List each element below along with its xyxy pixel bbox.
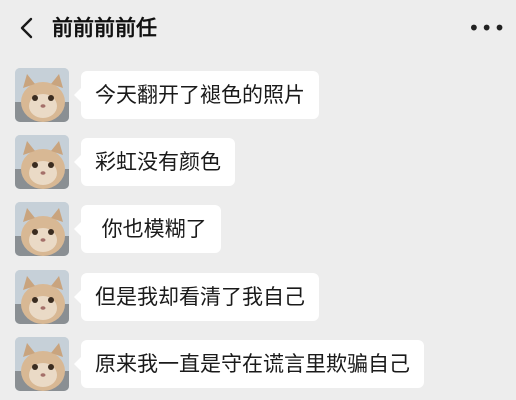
- message-bubble[interactable]: 但是我却看清了我自己: [74, 273, 319, 321]
- avatar[interactable]: [15, 135, 69, 189]
- back-button[interactable]: [16, 16, 38, 40]
- message-row: 你也模糊了: [0, 202, 516, 258]
- avatar[interactable]: [15, 68, 69, 122]
- avatar[interactable]: [15, 202, 69, 256]
- more-button[interactable]: •••: [468, 16, 505, 40]
- message-row: 今天翻开了褪色的照片: [0, 68, 516, 124]
- chat-screen: 前前前前任 ••• 今天翻开了褪色的照片 彩虹没有颜色 你也模糊了 但是我却看清…: [0, 0, 516, 400]
- avatar[interactable]: [15, 337, 69, 391]
- message-bubble[interactable]: 原来我一直是守在谎言里欺骗自己: [74, 340, 424, 388]
- message-row: 原来我一直是守在谎言里欺骗自己: [0, 337, 516, 393]
- chat-title: 前前前前任: [52, 16, 157, 40]
- cat-avatar-icon: [15, 68, 69, 122]
- avatar[interactable]: [15, 270, 69, 324]
- more-dots-icon: •••: [468, 16, 507, 40]
- cat-avatar-icon: [15, 270, 69, 324]
- chevron-left-icon: [20, 17, 33, 39]
- cat-avatar-icon: [15, 337, 69, 391]
- cat-avatar-icon: [15, 135, 69, 189]
- message-bubble[interactable]: 你也模糊了: [74, 205, 221, 253]
- message-row: 彩虹没有颜色: [0, 135, 516, 191]
- chat-header: 前前前前任 •••: [0, 0, 516, 56]
- message-row: 但是我却看清了我自己: [0, 270, 516, 326]
- cat-avatar-icon: [15, 202, 69, 256]
- message-bubble[interactable]: 今天翻开了褪色的照片: [74, 71, 319, 119]
- message-bubble[interactable]: 彩虹没有颜色: [74, 138, 235, 186]
